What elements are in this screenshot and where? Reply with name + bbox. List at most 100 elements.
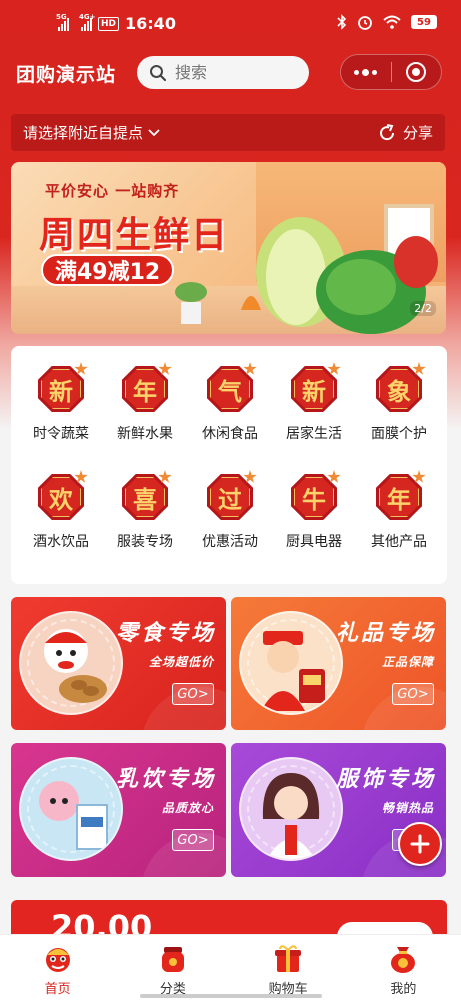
category-badge-char: 欢 xyxy=(49,484,73,514)
card-go-button[interactable]: GO> xyxy=(172,683,214,705)
banner-tagline: 平价安心 一站购齐 xyxy=(45,182,180,200)
tab-category[interactable]: 分类 xyxy=(115,935,230,1000)
card-subtitle: 畅销热品 xyxy=(381,801,434,815)
search-bar[interactable] xyxy=(137,56,309,89)
pickup-selector[interactable]: 请选择附近自提点 xyxy=(23,122,161,143)
category-label: 服装专场 xyxy=(117,534,173,550)
share-icon xyxy=(380,123,394,140)
category-label: 时令蔬菜 xyxy=(33,426,89,442)
potted-plant-illustration xyxy=(175,282,207,324)
category-label: 面膜个护 xyxy=(371,426,427,442)
category-badge-char: 年 xyxy=(387,484,411,514)
category-badge-char: 象 xyxy=(387,376,411,406)
promo-card-dairy[interactable]: 乳饮专场 品质放心 GO> xyxy=(11,743,226,877)
promo-card-snacks[interactable]: 零食专场 全场超低价 GO> xyxy=(11,597,226,730)
target-circle-icon xyxy=(406,62,427,82)
share-button[interactable]: 分享 xyxy=(377,122,433,143)
category-item[interactable]: 欢酒水饮品 xyxy=(19,470,103,551)
card-subtitle: 品质放心 xyxy=(161,801,214,815)
category-badge-char: 牛 xyxy=(302,484,326,514)
tab-cart[interactable]: 购物车 xyxy=(231,935,346,1000)
gifts-image xyxy=(239,611,343,715)
lion-mascot-icon xyxy=(44,629,107,703)
pickup-point-bar: 请选择附近自提点 分享 xyxy=(11,114,445,151)
card-title: 服饰专场 xyxy=(335,766,436,792)
milk-mascot-icon xyxy=(39,781,108,850)
category-badge-icon: 年 xyxy=(376,470,426,520)
category-item[interactable]: 过优惠活动 xyxy=(188,470,272,551)
category-badge-char: 过 xyxy=(218,484,242,514)
close-miniprogram-button[interactable] xyxy=(391,55,441,89)
tab-home[interactable]: 首页 xyxy=(0,935,115,1000)
bottom-tab-bar: 首页 分类 购物车 我的 xyxy=(0,934,461,1000)
category-label: 酒水饮品 xyxy=(33,534,89,550)
apparel-image xyxy=(239,757,343,861)
lion-dance-icon xyxy=(45,948,70,972)
bluetooth-icon xyxy=(337,14,347,30)
search-icon xyxy=(150,64,167,81)
category-badge-icon: 喜 xyxy=(122,470,172,520)
banner-pager: 2/2 xyxy=(410,301,436,316)
tab-label: 我的 xyxy=(390,982,417,997)
hd-voice-icon: HD xyxy=(98,16,120,31)
banner-headline: 周四生鲜日 xyxy=(39,215,230,256)
alarm-icon xyxy=(358,16,372,30)
more-menu-button[interactable] xyxy=(341,55,391,89)
share-label: 分享 xyxy=(402,124,433,142)
category-badge-char: 新 xyxy=(49,376,73,406)
plus-icon xyxy=(410,834,430,854)
category-item[interactable]: 年新鲜水果 xyxy=(103,362,187,443)
miniprogram-capsule xyxy=(340,54,442,90)
fashion-girl-icon xyxy=(262,773,320,859)
category-item[interactable]: 新居家生活 xyxy=(272,362,356,443)
add-fab-button[interactable] xyxy=(398,822,442,866)
tab-profile[interactable]: 我的 xyxy=(346,935,461,1000)
card-title: 乳饮专场 xyxy=(115,766,216,792)
card-go-button[interactable]: GO> xyxy=(172,829,214,851)
battery-icon: 59 xyxy=(411,15,437,29)
home-indicator xyxy=(140,994,322,998)
banner-promo-badge: 满49减12 xyxy=(41,254,175,286)
pickup-label: 请选择附近自提点 xyxy=(23,124,144,142)
card-go-button[interactable]: GO> xyxy=(392,683,434,705)
category-item[interactable]: 气休闲食品 xyxy=(188,362,272,443)
search-input[interactable] xyxy=(175,63,285,82)
category-item[interactable]: 新时令蔬菜 xyxy=(19,362,103,443)
tab-label: 首页 xyxy=(44,982,71,997)
category-item[interactable]: 年其他产品 xyxy=(357,470,441,551)
category-label: 居家生活 xyxy=(286,426,342,442)
snacks-image xyxy=(19,611,123,715)
money-bag-icon xyxy=(391,947,416,973)
status-time: 16:40 xyxy=(125,14,176,33)
gift-box-icon xyxy=(275,945,302,972)
category-badge-icon: 气 xyxy=(207,362,257,412)
card-title: 零食专场 xyxy=(115,620,216,646)
category-badge-char: 喜 xyxy=(133,484,157,514)
category-badge-icon: 过 xyxy=(207,470,257,520)
category-label: 休闲食品 xyxy=(202,426,258,442)
app-title: 团购演示站 xyxy=(16,64,117,86)
category-item[interactable]: 喜服装专场 xyxy=(103,470,187,551)
more-dots-icon xyxy=(354,68,378,76)
promo-banner[interactable]: 平价安心 一站购齐 周四生鲜日 满49减12 2/2 xyxy=(11,162,446,334)
wifi-icon xyxy=(383,15,401,29)
category-label: 其他产品 xyxy=(371,534,427,550)
category-item[interactable]: 象面膜个护 xyxy=(357,362,441,443)
category-badge-char: 年 xyxy=(133,376,157,406)
card-subtitle: 全场超低价 xyxy=(148,655,214,669)
category-label: 厨具电器 xyxy=(286,534,342,550)
promo-card-gifts[interactable]: 礼品专场 正品保障 GO> xyxy=(231,597,446,730)
category-badge-char: 新 xyxy=(302,376,326,406)
dairy-image xyxy=(19,757,123,861)
red-envelope-jar-icon xyxy=(161,947,184,972)
cell-signal-icon: 5G xyxy=(56,13,69,31)
category-badge-icon: 牛 xyxy=(291,470,341,520)
category-label: 优惠活动 xyxy=(202,534,258,550)
category-badge-char: 气 xyxy=(218,376,242,406)
category-badge-icon: 新 xyxy=(291,362,341,412)
category-grid: 新时令蔬菜年新鲜水果气休闲食品新居家生活象面膜个护欢酒水饮品喜服装专场过优惠活动… xyxy=(11,346,447,584)
category-badge-icon: 年 xyxy=(122,362,172,412)
god-of-wealth-icon xyxy=(261,631,325,711)
cell-signal-icon-2: 4G+ xyxy=(79,13,95,31)
category-item[interactable]: 牛厨具电器 xyxy=(272,470,356,551)
